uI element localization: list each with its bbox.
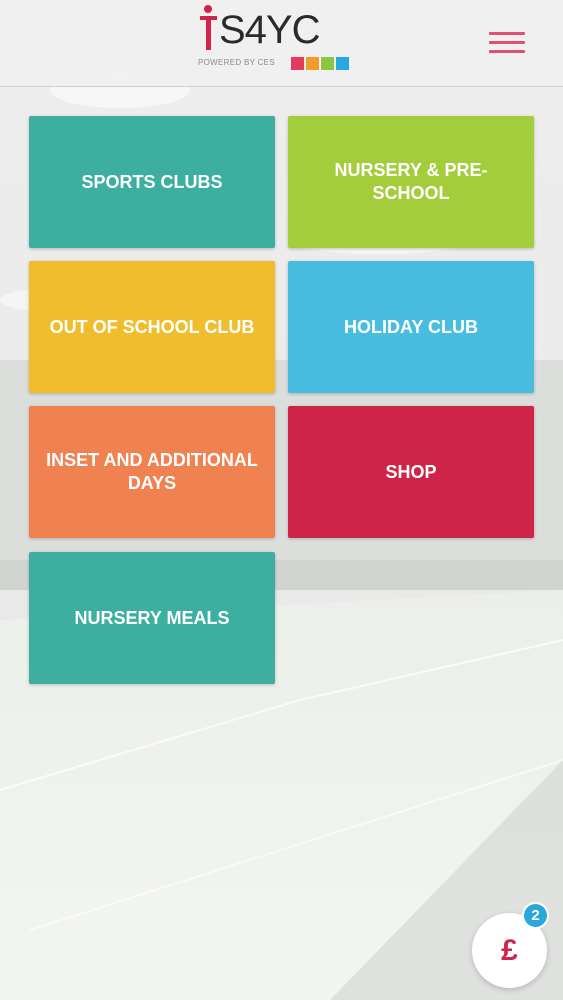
tile-out-of-school-club[interactable]: OUT OF SCHOOL CLUB — [29, 261, 275, 393]
basket-count-badge: 2 — [522, 902, 549, 929]
tile-label: SPORTS CLUBS — [81, 171, 223, 192]
tile-label: OUT OF SCHOOL CLUB — [49, 316, 255, 337]
app-header: S4YC POWERED BY CES — [0, 0, 563, 87]
logo-square — [291, 57, 304, 70]
tile-label: INSET AND ADDITIONAL DAYS — [46, 450, 258, 493]
logo-square — [306, 57, 319, 70]
hamburger-menu-icon[interactable] — [487, 28, 527, 58]
tile-label: NURSERY & PRE-SCHOOL — [334, 160, 488, 203]
logo-square — [336, 57, 349, 70]
tile-label: NURSERY MEALS — [74, 607, 230, 628]
tile-inset-additional-days[interactable]: INSET AND ADDITIONAL DAYS — [29, 406, 275, 538]
tile-nursery-meals[interactable]: NURSERY MEALS — [29, 552, 275, 684]
tile-nursery-pre-school[interactable]: NURSERY & PRE-SCHOOL — [288, 116, 534, 248]
s4yc-logo[interactable]: S4YC POWERED BY CES — [197, 4, 353, 74]
tile-label: HOLIDAY CLUB — [343, 316, 478, 337]
logo-subtitle: POWERED BY CES — [198, 58, 275, 67]
logo-text: S4YC — [219, 8, 320, 52]
logo-square — [321, 57, 334, 70]
tile-holiday-club[interactable]: HOLIDAY CLUB — [288, 261, 534, 393]
tile-shop[interactable]: SHOP — [288, 406, 534, 538]
logo-figure-icon — [200, 5, 217, 50]
logo-color-squares — [291, 57, 349, 70]
tile-label: SHOP — [385, 461, 437, 482]
tile-sports-clubs[interactable]: SPORTS CLUBS — [29, 116, 275, 248]
